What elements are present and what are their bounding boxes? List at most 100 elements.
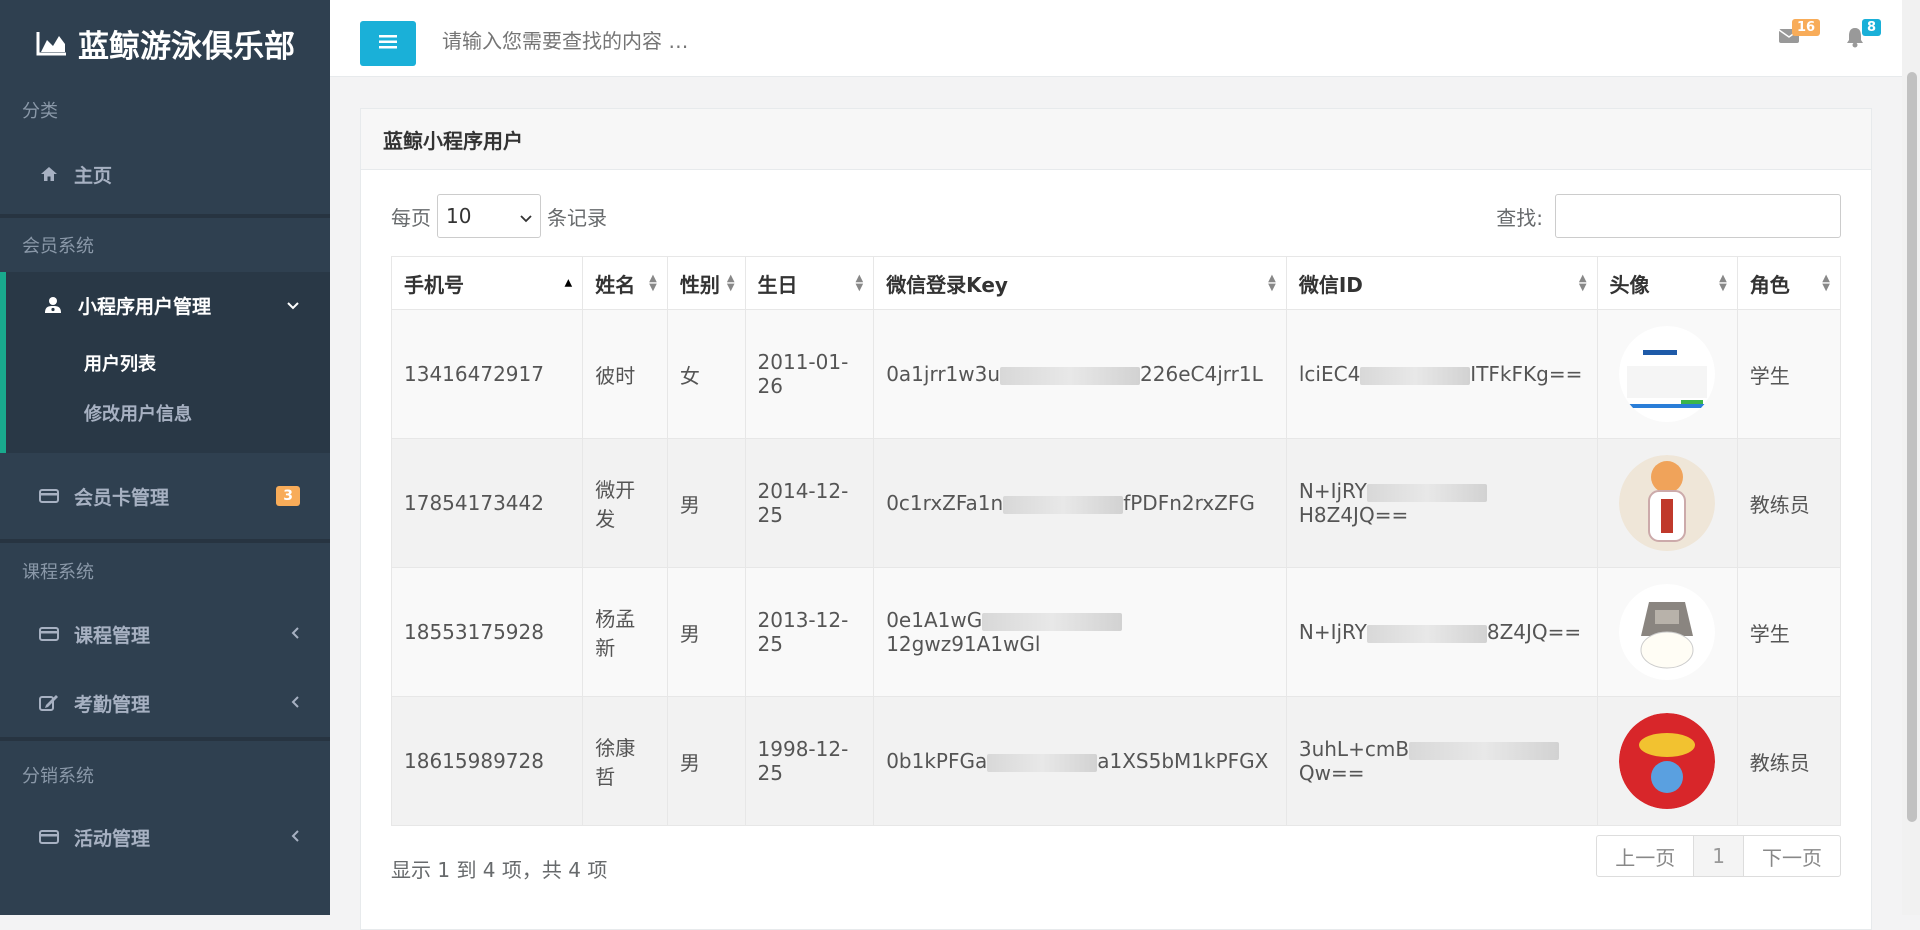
- key-visible-end: a1XS5bM1kPFGX: [1097, 749, 1269, 773]
- column-header-phone[interactable]: 手机号 ▲: [390, 256, 584, 310]
- key-visible-start: 0c1rxZFa1n: [886, 491, 1004, 515]
- cell-wechat-key: 0a1jrr1w3u 226eC4jrr1L: [873, 309, 1287, 439]
- cell-avatar: [1596, 309, 1738, 439]
- cell-phone: 17854173442: [390, 438, 584, 568]
- sort-icon: ▲ ▼: [1268, 273, 1276, 293]
- sidebar-item-member-card[interactable]: 会员卡管理 3: [0, 453, 330, 539]
- sidebar: 蓝鲸游泳俱乐部 分类 主页 会员系统 小程序用户管理 用户列表 修改用户信息 会…: [0, 0, 330, 915]
- menu-toggle-button[interactable]: [360, 21, 416, 66]
- redacted-blur: [982, 612, 1123, 631]
- cell-birthday: 1998-12-25: [744, 696, 875, 826]
- table-filter: 查找:: [1496, 194, 1841, 238]
- sort-icon: ▲ ▼: [1578, 273, 1587, 293]
- wid-visible-start: lciEC4: [1298, 362, 1361, 386]
- sidebar-item-activity-mgmt[interactable]: 活动管理: [0, 809, 330, 865]
- chevron-left-icon: [290, 828, 300, 847]
- cell-wechat-id: N+IjRYH8Z4JQ==: [1285, 438, 1598, 568]
- page-scrollbar[interactable]: [1902, 0, 1920, 915]
- cell-phone: 13416472917: [390, 309, 584, 439]
- avatar: [1619, 584, 1716, 680]
- cell-name: 微开发: [582, 438, 668, 568]
- cell-role: 学生: [1736, 567, 1842, 697]
- prev-page-button[interactable]: 上一页: [1597, 836, 1695, 876]
- section-label-distribution: 分销系统: [22, 766, 94, 787]
- credit-card-icon: [38, 488, 60, 504]
- section-label-course: 课程系统: [22, 562, 94, 583]
- redacted-blur: [1360, 366, 1471, 385]
- column-header-avatar[interactable]: 头像 ▲ ▼: [1596, 256, 1738, 310]
- table-controls: 每页 10 条记录 查找:: [391, 194, 1841, 238]
- sidebar-item-attendance-mgmt[interactable]: 考勤管理: [0, 669, 330, 737]
- chevron-left-icon: [290, 694, 300, 713]
- per-page-prefix: 每页: [391, 205, 431, 230]
- redacted-blur: [1003, 495, 1124, 514]
- table-row[interactable]: 13416472917 彼时 女 2011-01-26 0a1jrr1w3u 22…: [390, 309, 1842, 439]
- section-label-category: 分类: [22, 101, 58, 122]
- cell-avatar: [1596, 696, 1738, 826]
- area-chart-icon: [36, 30, 68, 56]
- column-header-wechat-id[interactable]: 微信ID ▲ ▼: [1285, 256, 1598, 310]
- table-row[interactable]: 18553175928 杨孟新 男 2013-12-25 0e1A1wG12gw…: [390, 567, 1842, 697]
- table-search-input[interactable]: [1555, 194, 1841, 238]
- cell-gender: 男: [666, 438, 746, 568]
- wid-visible-start: N+IjRY: [1298, 479, 1367, 503]
- column-header-wechat-key[interactable]: 微信登录Key ▲ ▼: [873, 256, 1287, 310]
- cell-role: 学生: [1736, 309, 1842, 439]
- user-md-icon: [42, 296, 64, 314]
- cell-avatar: [1596, 438, 1738, 568]
- brand[interactable]: 蓝鲸游泳俱乐部: [0, 0, 330, 86]
- home-icon: [38, 166, 60, 182]
- table-row[interactable]: 18615989728 徐康哲 男 1998-12-25 0b1kPFGa a1X…: [390, 696, 1842, 826]
- next-page-button[interactable]: 下一页: [1744, 836, 1840, 876]
- cell-wechat-key: 0e1A1wG12gwz91A1wGl: [873, 567, 1287, 697]
- key-visible-start: 0e1A1wG: [886, 608, 983, 632]
- column-header-name[interactable]: 姓名 ▲ ▼: [582, 256, 668, 310]
- sidebar-item-course-mgmt[interactable]: 课程管理: [0, 599, 330, 669]
- column-header-birthday[interactable]: 生日 ▲ ▼: [744, 256, 875, 310]
- cell-gender: 男: [666, 567, 746, 697]
- redacted-blur: [1409, 741, 1560, 760]
- sort-asc-icon: ▲: [564, 277, 573, 289]
- sidebar-item-miniapp-user-mgmt[interactable]: 小程序用户管理: [6, 272, 330, 338]
- table-row[interactable]: 17854173442 微开发 男 2014-12-25 0c1rxZFa1n f…: [390, 438, 1842, 568]
- cell-gender: 男: [666, 696, 746, 826]
- sidebar-subitem-user-list[interactable]: 用户列表: [6, 338, 330, 387]
- page-1-button[interactable]: 1: [1694, 836, 1744, 876]
- cell-birthday: 2013-12-25: [744, 567, 875, 697]
- page-length-select[interactable]: 10: [437, 194, 541, 238]
- redacted-blur: [1000, 366, 1141, 385]
- cell-wechat-key: 0c1rxZFa1n fPDFn2rxZFG: [873, 438, 1287, 568]
- sidebar-subitem-edit-user[interactable]: 修改用户信息: [6, 387, 330, 453]
- cell-wechat-id: lciEC4 ITFkFKg==: [1285, 309, 1598, 439]
- sort-icon: ▲ ▼: [855, 273, 864, 293]
- avatar: [1619, 455, 1716, 551]
- sidebar-item-label: 课程管理: [74, 624, 151, 647]
- wid-visible-end: ITFkFKg==: [1470, 362, 1583, 386]
- section-label-member: 会员系统: [22, 236, 94, 257]
- cell-phone: 18553175928: [390, 567, 584, 697]
- users-table: 手机号 ▲ 姓名 ▲ ▼ 性别 ▲ ▼ 生日 ▲ ▼ 微信登录Key ▲ ▼ 微信ID ▲ ▼ 头像 ▲…: [390, 256, 1842, 826]
- avatar: [1619, 713, 1716, 809]
- key-visible-end: 12gwz91A1wGl: [886, 632, 1041, 656]
- mail-count-badge: 16: [1792, 19, 1821, 36]
- sidebar-item-label: 考勤管理: [74, 693, 151, 716]
- global-search-input[interactable]: [440, 22, 1344, 60]
- table-info: 显示 1 到 4 项，共 4 项: [391, 858, 608, 882]
- cell-avatar: [1596, 567, 1738, 697]
- sidebar-item-home[interactable]: 主页: [0, 134, 330, 214]
- column-header-role[interactable]: 角色 ▲ ▼: [1736, 256, 1842, 310]
- sidebar-item-label: 会员卡管理: [74, 486, 170, 509]
- search-label: 查找:: [1496, 205, 1543, 230]
- key-visible-start: 0b1kPFGa: [886, 749, 988, 773]
- chevron-down-icon: [520, 204, 532, 228]
- brand-title: 蓝鲸游泳俱乐部: [78, 28, 295, 65]
- column-header-gender[interactable]: 性别 ▲ ▼: [666, 256, 746, 310]
- key-visible-end: fPDFn2rxZFG: [1123, 491, 1255, 515]
- scrollbar-thumb[interactable]: [1907, 72, 1917, 822]
- cell-birthday: 2014-12-25: [744, 438, 875, 568]
- sort-icon: ▲ ▼: [1822, 273, 1830, 293]
- cell-wechat-key: 0b1kPFGa a1XS5bM1kPFGX: [873, 696, 1287, 826]
- sidebar-item-label: 小程序用户管理: [78, 295, 212, 318]
- avatar: [1619, 326, 1716, 422]
- chevron-down-icon: [286, 296, 300, 315]
